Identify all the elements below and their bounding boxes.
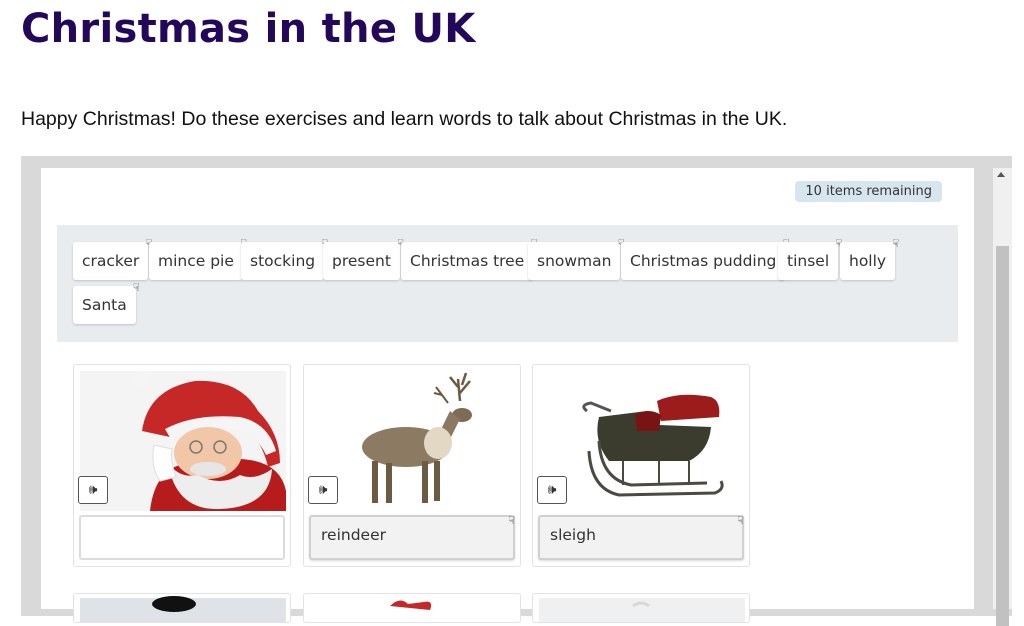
scrollbar[interactable]: [993, 168, 1012, 626]
picture-card-santa: 🕪: [73, 364, 291, 567]
word-chip-tinsel[interactable]: tinsel ☟: [778, 238, 842, 280]
word-chip-holly[interactable]: holly ☟: [840, 238, 899, 280]
answer-drop-zone-filled[interactable]: sleigh ☟: [538, 514, 744, 560]
word-chip-label: mince pie: [158, 252, 234, 270]
santa-image: [80, 371, 286, 511]
word-chip-mince-pie[interactable]: mince pie☟: [149, 238, 247, 280]
word-chip-snowman[interactable]: snowman☟: [528, 238, 624, 280]
page-title: Christmas in the UK: [21, 6, 476, 52]
picture-card-reindeer: 🕪 reindeer ☟: [303, 364, 521, 567]
word-chip-label: Christmas tree: [410, 252, 525, 270]
word-chip-cracker[interactable]: cracker☟: [73, 238, 152, 280]
picture-card-partial: [532, 593, 750, 623]
word-bank: cracker☟ mince pie☟ stocking☟ present☟ C…: [57, 225, 958, 342]
word-chip-stocking[interactable]: stocking☟: [241, 238, 328, 280]
audio-button[interactable]: 🕪: [537, 476, 567, 504]
picture-card-partial: [73, 593, 291, 623]
answer-text: sleigh: [550, 526, 596, 544]
audio-button[interactable]: 🕪: [78, 476, 108, 504]
picture-card-sleigh: 🕪 sleigh ☟: [532, 364, 750, 567]
answer-drop-zone-filled[interactable]: reindeer ☟: [309, 514, 515, 560]
drag-handle-icon: ☟: [737, 514, 744, 527]
word-chip-label: tinsel: [787, 252, 830, 270]
word-chip-present[interactable]: present☟: [323, 238, 404, 280]
picture-card-partial: [303, 593, 521, 623]
word-chip-label: cracker: [82, 252, 140, 270]
word-chip-label: stocking: [250, 252, 316, 270]
answer-drop-zone-empty[interactable]: [79, 515, 285, 560]
speaker-icon: 🕪: [88, 482, 98, 498]
speaker-icon: 🕪: [547, 482, 557, 498]
reindeer-image: [310, 371, 516, 511]
intro-text: Happy Christmas! Do these exercises and …: [21, 108, 788, 130]
speaker-icon: 🕪: [318, 482, 328, 498]
word-chip-santa[interactable]: Santa ☟: [73, 282, 140, 324]
items-remaining-badge: 10 items remaining: [795, 181, 942, 202]
word-chip-christmas-tree[interactable]: Christmas tree☟: [401, 238, 537, 280]
word-chip-label: Santa: [82, 296, 127, 314]
word-chip-label: present: [332, 252, 391, 270]
drag-handle-icon: ☟: [133, 281, 140, 294]
word-chip-christmas-pudding[interactable]: Christmas pudding☟: [621, 238, 789, 280]
drag-handle-icon: ☟: [892, 237, 900, 250]
word-chip-label: Christmas pudding: [630, 252, 777, 270]
audio-button[interactable]: 🕪: [308, 476, 338, 504]
scroll-thumb[interactable]: [996, 246, 1009, 626]
sleigh-image: [539, 371, 745, 511]
drag-handle-icon: ☟: [508, 514, 515, 527]
answer-text: reindeer: [321, 526, 386, 544]
word-chip-label: snowman: [537, 252, 612, 270]
word-chip-label: holly: [849, 252, 887, 270]
exercise-panel: 10 items remaining cracker☟ mince pie☟ s…: [41, 168, 974, 623]
scroll-up-arrow-icon[interactable]: [997, 172, 1005, 177]
